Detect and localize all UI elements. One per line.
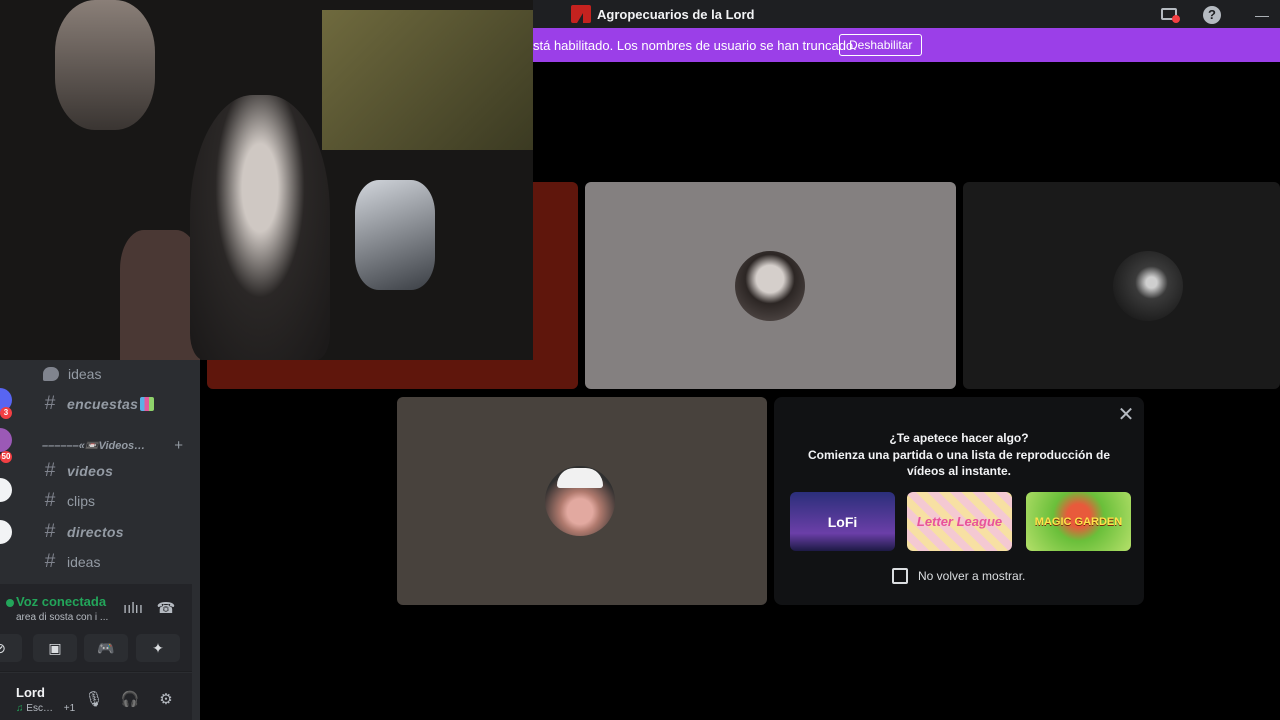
server-icon[interactable] <box>0 520 12 544</box>
notice-banner: stá habilitado. Los nombres de usuario s… <box>533 28 1280 62</box>
voice-tile-user-4[interactable] <box>397 397 767 605</box>
channel-label: directos <box>67 524 124 540</box>
window-title: Agropecuarios de la Lord <box>597 7 755 22</box>
signal-icon <box>6 599 14 607</box>
lofi-game-icon[interactable]: LoFi <box>790 492 895 551</box>
soundboard-button[interactable]: ✦ <box>136 634 180 662</box>
username[interactable]: Lord <box>16 685 45 700</box>
letter-league-game-icon[interactable]: Letter League <box>907 492 1012 551</box>
avatar <box>545 466 615 536</box>
status-text: Esc… <box>26 703 53 714</box>
microphone-icon[interactable]: 🎙 <box>83 689 105 711</box>
category-videos[interactable]: ––––––«📼Videos… + <box>42 436 187 454</box>
channel-label: videos <box>67 463 114 479</box>
server-icon[interactable] <box>0 478 12 502</box>
status-extra: +1 <box>63 703 76 714</box>
screen-share-icon[interactable] <box>1158 4 1180 26</box>
user-panel: Lord ♫ Esc… +1 🎙 🎧 ⚙ <box>0 673 192 720</box>
activity-subtitle: Comienza una partida o una lista de repr… <box>807 448 1111 478</box>
disable-button[interactable]: Deshabilitar <box>839 34 923 56</box>
hash-icon: # <box>44 490 56 511</box>
close-icon[interactable]: ✕ <box>1116 405 1136 425</box>
webcam-streamer-arm <box>120 230 200 360</box>
noise-suppression-icon[interactable]: ıılıı <box>122 598 144 620</box>
webcam-overlay <box>0 0 533 360</box>
webcam-poster <box>322 10 533 150</box>
chart-emoji-icon <box>140 397 155 411</box>
server-icon[interactable] <box>0 428 12 452</box>
voice-tile-user-3[interactable] <box>963 182 1280 389</box>
server-rail: 3 50 <box>0 360 14 585</box>
channel-label: ideas <box>68 366 102 382</box>
checkbox[interactable] <box>892 568 908 584</box>
mention-badge: 3 <box>0 407 12 419</box>
voice-connection-panel: Voz conectada area di sosta con i ... ıı… <box>0 584 192 672</box>
screen-share-button[interactable]: ▣ <box>33 634 77 662</box>
activity-card: ✕ ¿Te apetece hacer algo? Comienza una p… <box>774 397 1144 605</box>
mention-badge: 50 <box>0 451 12 463</box>
channel-ideas[interactable]: # ideas <box>41 550 101 574</box>
channel-ideas-forum[interactable]: ideas <box>41 362 101 386</box>
help-icon[interactable]: ? <box>1201 4 1223 26</box>
dont-show-again-checkbox[interactable]: No volver a mostrar. <box>892 568 1025 584</box>
channel-videos[interactable]: # videos <box>41 459 113 483</box>
hash-icon: # <box>44 393 56 414</box>
channel-directos[interactable]: # directos <box>41 520 124 544</box>
headphones-icon[interactable]: 🎧 <box>119 689 141 711</box>
category-label: ––––––«📼Videos… <box>42 439 146 452</box>
channel-encuestas[interactable]: # encuestas <box>41 392 155 416</box>
hash-icon: # <box>44 460 56 481</box>
music-note-icon: ♫ <box>16 703 24 714</box>
forum-icon <box>43 367 59 381</box>
voice-channel-name[interactable]: area di sosta con i ... <box>16 612 116 623</box>
channel-label: ideas <box>67 554 101 570</box>
webcam-background-object <box>55 0 155 130</box>
game-label: MAGIC GARDEN <box>1034 515 1123 528</box>
hash-icon: # <box>44 521 56 542</box>
voice-tile-user-2[interactable] <box>585 182 956 389</box>
avatar <box>735 251 805 321</box>
magic-garden-game-icon[interactable]: MAGIC GARDEN <box>1026 492 1131 551</box>
webcam-background-object <box>355 180 435 290</box>
notice-text: stá habilitado. Los nombres de usuario s… <box>533 38 857 53</box>
minimize-icon[interactable]: — <box>1251 4 1273 26</box>
webcam-streamer <box>190 95 330 360</box>
activity-title: ¿Te apetece hacer algo? <box>889 431 1029 445</box>
add-channel-icon[interactable]: + <box>174 437 183 454</box>
channel-label: encuestas <box>67 396 139 412</box>
disconnect-icon[interactable]: ☎ <box>155 598 177 620</box>
game-label: Letter League <box>916 514 1003 529</box>
channel-label: clips <box>67 493 96 509</box>
voice-status[interactable]: Voz conectada <box>16 594 106 609</box>
avatar <box>1113 251 1183 321</box>
user-status: ♫ Esc… +1 <box>16 703 75 714</box>
checkbox-label: No volver a mostrar. <box>918 569 1026 583</box>
gear-icon[interactable]: ⚙ <box>155 689 177 711</box>
camera-button[interactable]: ⊘ <box>0 634 22 662</box>
server-icon <box>571 5 591 23</box>
hash-icon: # <box>44 551 56 572</box>
activities-button[interactable]: 🎮 <box>84 634 128 662</box>
channel-clips[interactable]: # clips <box>41 489 95 513</box>
game-label: LoFi <box>827 513 858 530</box>
